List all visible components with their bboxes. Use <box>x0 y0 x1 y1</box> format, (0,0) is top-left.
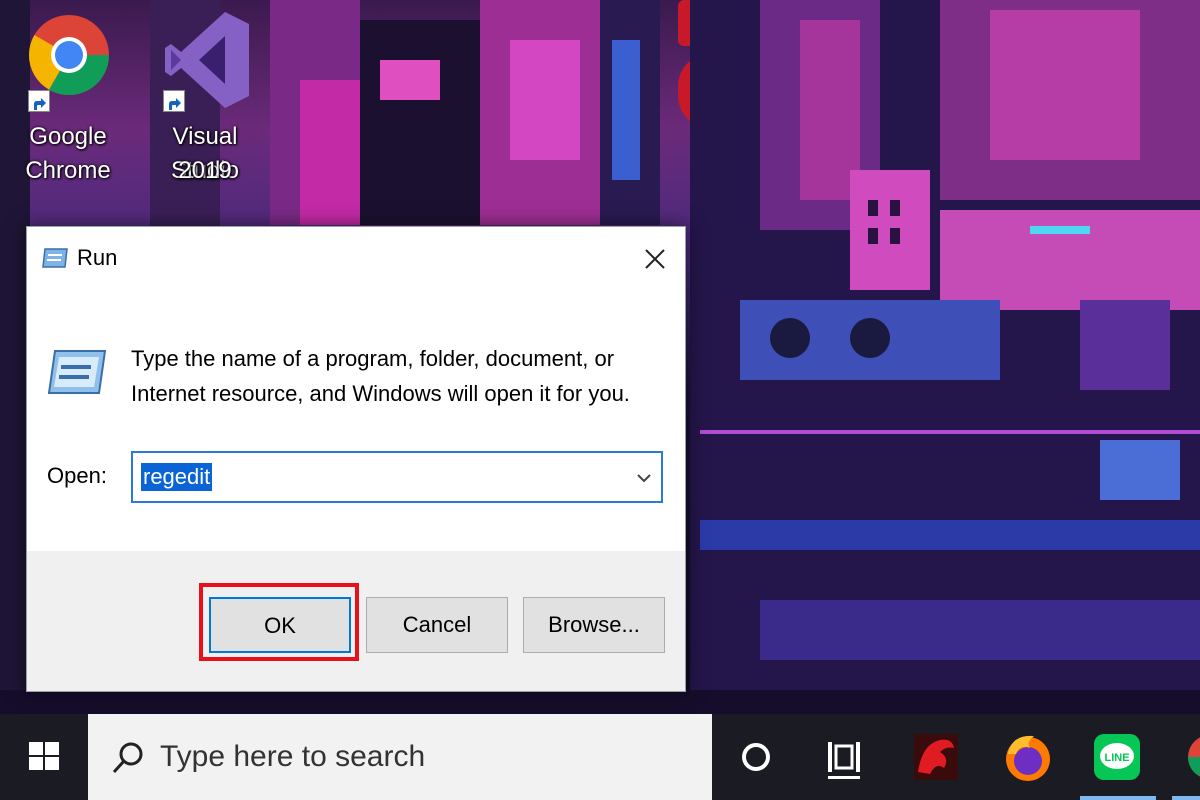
cancel-button[interactable]: Cancel <box>366 597 508 653</box>
active-app-indicator <box>1172 796 1200 800</box>
run-content: Type the name of a program, folder, docu… <box>27 291 685 551</box>
search-icon <box>112 742 143 774</box>
run-icon <box>42 248 68 268</box>
ok-highlight-annotation <box>199 583 359 661</box>
desktop-icon-visual-studio[interactable]: Visual Studio 2019 <box>145 10 265 200</box>
desktop-icon-label: 2019 <box>178 157 232 184</box>
chrome-icon <box>29 15 109 95</box>
msi-dragon-icon[interactable] <box>900 714 970 800</box>
run-description: Type the name of a program, folder, docu… <box>131 346 630 406</box>
run-dialog: Run Type the name of a program, folder, … <box>26 226 686 692</box>
task-view-icon[interactable] <box>800 714 886 800</box>
run-title: Run <box>77 245 118 270</box>
desktop-icon-label: Google <box>29 123 107 150</box>
open-input[interactable]: regedit <box>141 463 213 491</box>
open-combobox[interactable]: regedit <box>131 451 663 503</box>
shortcut-arrow-icon <box>28 90 50 112</box>
svg-text:LINE: LINE <box>1104 752 1129 764</box>
open-label: Open: <box>47 463 107 488</box>
chrome-icon[interactable] <box>1172 714 1200 800</box>
browse-button[interactable]: Browse... <box>523 597 665 653</box>
shortcut-arrow-icon <box>163 90 185 112</box>
firefox-icon[interactable] <box>990 714 1066 800</box>
desktop-icon-google-chrome[interactable]: Google Chrome <box>8 10 128 200</box>
taskbar: Type here to search LINE <box>0 714 1200 800</box>
active-app-indicator <box>1080 796 1156 800</box>
windows-start-icon[interactable] <box>0 714 88 800</box>
search-placeholder: Type here to search <box>160 740 426 773</box>
line-icon[interactable]: LINE <box>1080 714 1156 800</box>
run-titlebar[interactable]: Run <box>27 227 685 291</box>
cortana-icon[interactable] <box>716 714 796 800</box>
desktop-icon-label: Chrome <box>25 157 111 184</box>
close-icon[interactable] <box>635 239 675 279</box>
run-program-icon <box>47 350 107 394</box>
chevron-down-icon[interactable] <box>633 467 655 489</box>
taskbar-search-box[interactable]: Type here to search <box>88 714 712 800</box>
